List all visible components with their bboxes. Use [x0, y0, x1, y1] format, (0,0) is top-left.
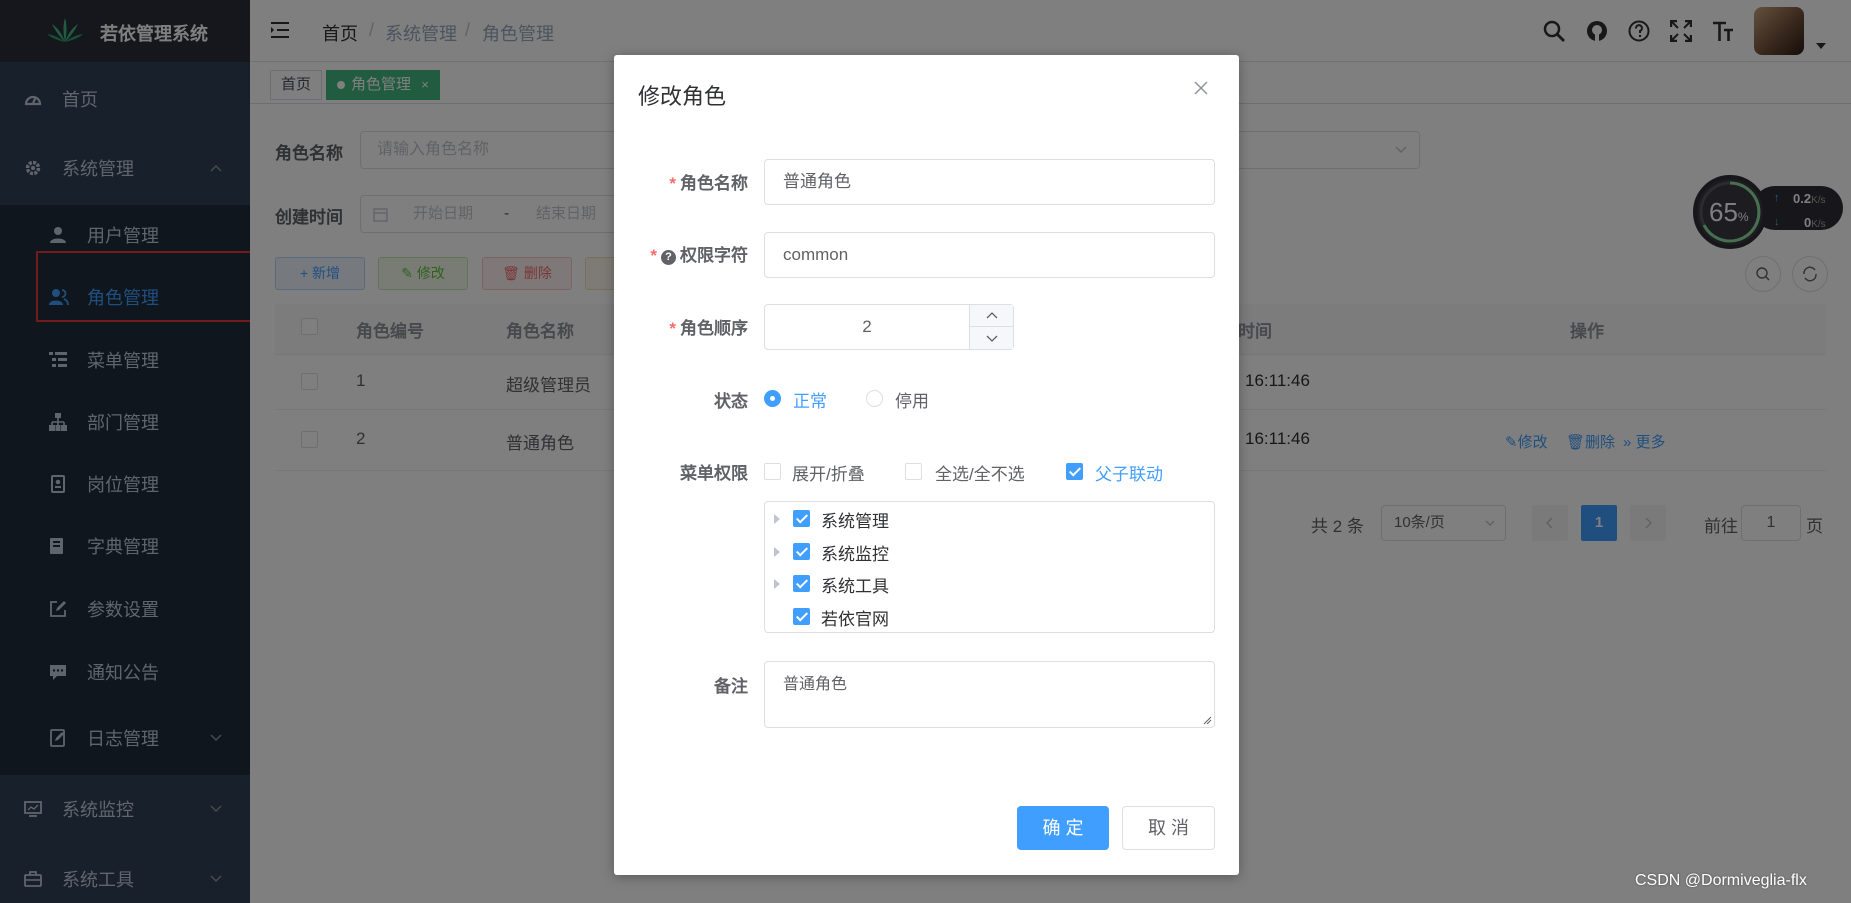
status-label-text: 状态 [714, 392, 748, 411]
required-mark: * [669, 319, 676, 338]
role-sort-stepper[interactable]: 2 [764, 304, 1014, 350]
tree-node-label[interactable]: 系统监控 [821, 540, 889, 565]
role-sort-value[interactable]: 2 [765, 305, 969, 349]
tree-node-label[interactable]: 若依官网 [821, 605, 889, 630]
role-key-form-label: *? 权限字符 [614, 241, 748, 267]
expand-collapse-label[interactable]: 展开/折叠 [792, 460, 865, 485]
remark-textarea[interactable]: 普通角色 [764, 661, 1215, 728]
required-mark: * [669, 174, 676, 193]
required-mark: * [650, 246, 657, 265]
menu-perm-form-label: 菜单权限 [614, 459, 748, 485]
role-name-input[interactable]: 普通角色 [764, 159, 1215, 205]
menu-tree: 系统管理 系统监控 系统工具 若依官网 [764, 501, 1215, 633]
role-name-label-text: 角色名称 [680, 174, 748, 193]
remark-value: 普通角色 [783, 676, 848, 693]
select-all-tree-label[interactable]: 全选/全不选 [935, 460, 1025, 485]
tree-node-checkbox[interactable] [793, 510, 810, 527]
remark-label-text: 备注 [714, 677, 748, 696]
expand-caret-icon[interactable] [774, 579, 780, 589]
status-disabled-label[interactable]: 停用 [895, 387, 929, 412]
role-key-label-text: 权限字符 [680, 246, 748, 265]
parent-child-link-checkbox[interactable] [1066, 463, 1083, 480]
role-name-form-label: * 角色名称 [614, 169, 748, 195]
edit-role-dialog: 修改角色 * 角色名称 普通角色 *? 权限字符 common * 角色顺序 2 状态… [614, 55, 1239, 875]
expand-collapse-checkbox[interactable] [764, 463, 781, 480]
parent-child-link-label[interactable]: 父子联动 [1095, 460, 1163, 485]
help-icon[interactable]: ? [661, 250, 676, 265]
expand-caret-icon[interactable] [774, 547, 780, 557]
dialog-title: 修改角色 [638, 84, 727, 109]
tree-node-label[interactable]: 系统工具 [821, 572, 889, 597]
confirm-button[interactable]: 确 定 [1017, 806, 1109, 850]
status-normal-label[interactable]: 正常 [793, 387, 827, 412]
role-key-input[interactable]: common [764, 232, 1215, 278]
menu-perm-label-text: 菜单权限 [680, 464, 748, 483]
tree-node-checkbox[interactable] [793, 543, 810, 560]
status-disabled-radio[interactable] [866, 390, 883, 407]
select-all-tree-checkbox[interactable] [905, 463, 922, 480]
expand-caret-icon[interactable] [774, 514, 780, 524]
status-normal-radio[interactable] [764, 390, 781, 407]
status-form-label: 状态 [614, 387, 748, 413]
role-sort-label-text: 角色顺序 [680, 319, 748, 338]
tree-node-label[interactable]: 系统管理 [821, 507, 889, 532]
tree-node-checkbox[interactable] [793, 608, 810, 625]
decrease-button[interactable] [969, 327, 1013, 349]
role-sort-form-label: * 角色顺序 [614, 314, 748, 340]
cancel-button[interactable]: 取 消 [1122, 806, 1215, 850]
remark-form-label: 备注 [614, 672, 748, 698]
watermark: CSDN @Dormiveglia-flx [1635, 872, 1807, 889]
increase-button[interactable] [969, 305, 1013, 327]
tree-node-checkbox[interactable] [793, 575, 810, 592]
close-icon[interactable] [1194, 81, 1208, 95]
resize-handle-icon[interactable] [1203, 716, 1212, 725]
